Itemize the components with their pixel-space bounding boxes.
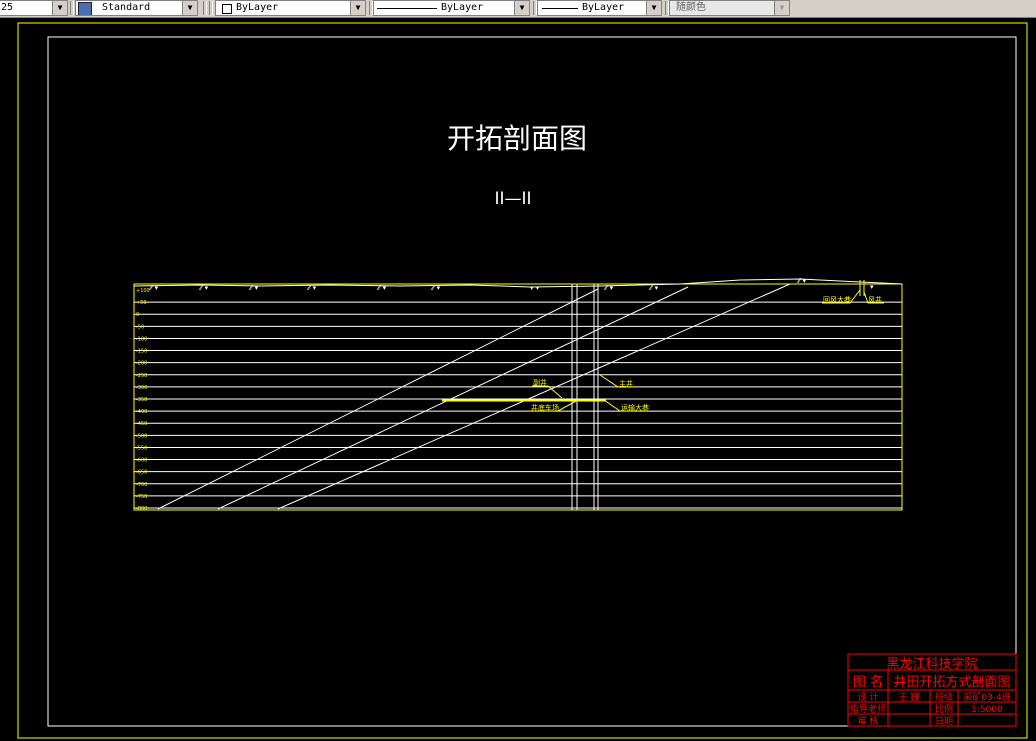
terrain-mark: ⁄⁄ ▾ — [248, 284, 259, 292]
chevron-down-icon[interactable]: ▼ — [646, 1, 661, 15]
designer-name: 王 巍 — [899, 692, 920, 703]
properties-toolbar: 25 ▼ Standard ▼ ByLayer ▼ ByLayer ▼ ByLa… — [0, 0, 1036, 18]
design-label: 设 计 — [858, 691, 879, 703]
terrain-mark: ⁄⁄ ▾ — [148, 284, 159, 292]
terrain-mark: ⁄⁄ ▾ — [430, 284, 441, 292]
terrain-mark: ⁄⁄ ▾ — [603, 284, 614, 292]
chevron-down-icon[interactable]: ▼ — [182, 1, 197, 15]
air-shaft-label: 风井 — [868, 295, 882, 304]
plot-style-dropdown[interactable]: 随颜色 ▼ — [669, 0, 790, 16]
terrain-mark: ⁄⁄ ▾ — [376, 284, 387, 292]
elevation-labels: +100 +50 0 -50 -100 -150 -200 -250 -300 -350 -400 -… — [136, 288, 150, 512]
chevron-down-icon[interactable]: ▼ — [52, 1, 67, 15]
section-label: II—II — [494, 189, 531, 209]
terrain-mark: ⁄⁄ ▾ — [648, 284, 659, 292]
elevation-label: -800 — [136, 506, 147, 512]
haulage-label: 运输大巷 — [621, 403, 649, 412]
elevation-label: -100 — [136, 336, 147, 342]
elevation-label: 0 — [136, 312, 139, 318]
scale-value: 1:5000 — [971, 705, 1003, 715]
elevation-label: +50 — [136, 300, 147, 306]
toolbar-separator — [209, 1, 213, 15]
chevron-down-icon[interactable]: ▼ — [774, 1, 789, 15]
elevation-label: -750 — [136, 494, 147, 500]
elevation-label: -400 — [136, 409, 147, 415]
linetype-dropdown[interactable]: ByLayer ▼ — [373, 0, 530, 16]
terrain-mark: ⁄⁄ ▾ — [198, 284, 209, 292]
elevation-label: -250 — [136, 373, 147, 379]
elevation-label: -350 — [136, 397, 147, 403]
seam-line — [277, 283, 791, 510]
elevation-label: -500 — [136, 433, 147, 439]
plot-style-value: 随颜色 — [676, 2, 706, 13]
dimension-style-dropdown[interactable]: 25 ▼ — [0, 0, 68, 16]
drawing-title: 开拓剖面图 — [447, 122, 587, 155]
terrain-mark: ▾ — [870, 283, 874, 291]
elevation-label: -650 — [136, 470, 147, 476]
elevation-label: -150 — [136, 349, 147, 355]
drawing-canvas[interactable]: 开拓剖面图 II—II +100 +50 0 -50 -100 -150 -200 -250 -… — [0, 17, 1036, 741]
color-dropdown[interactable]: ByLayer ▼ — [215, 0, 366, 16]
coal-seams — [157, 283, 791, 510]
roadways — [442, 399, 606, 402]
text-style-icon — [78, 2, 92, 15]
class-value: 采矿03-4班 — [963, 691, 1010, 703]
date-label: 日期 — [935, 716, 953, 727]
linetype-sample — [377, 8, 437, 9]
color-swatch-icon — [222, 4, 232, 14]
shaft-bottom-label: 井底车场 — [531, 403, 559, 412]
scale-label: 比例 — [935, 703, 953, 715]
chevron-down-icon[interactable]: ▼ — [350, 1, 365, 15]
lineweight-dropdown[interactable]: ByLayer ▼ — [537, 0, 662, 16]
lineweight-sample — [542, 8, 578, 9]
elevation-label: -300 — [136, 385, 147, 391]
lineweight-value: ByLayer — [582, 2, 625, 13]
profile-border — [133, 283, 903, 511]
elevation-label: -200 — [136, 361, 147, 367]
terrain-mark: ⁄⁄ ▾ — [796, 277, 807, 285]
leader-line — [532, 385, 563, 399]
advisor-label: 指导老师 — [850, 703, 886, 715]
elevation-label: -600 — [136, 458, 147, 464]
ventilation-label: 回风大巷 — [823, 295, 851, 304]
drawing-name-label: 图 名 — [853, 674, 883, 690]
text-style-dropdown[interactable]: Standard ▼ — [75, 0, 198, 16]
terrain-mark: ▾ ▾ — [530, 284, 540, 292]
elevation-label: +100 — [136, 288, 150, 294]
terrain-mark: ⁄⁄ ▾ — [306, 284, 317, 292]
linetype-value: ByLayer — [441, 2, 484, 13]
main-shaft-label: 主井 — [619, 379, 633, 388]
section-profile — [133, 283, 903, 511]
drawing-name-value: 井田开拓方式剖面图 — [893, 674, 1010, 690]
class-label: 班级 — [935, 691, 953, 703]
elevation-label: -700 — [136, 482, 147, 488]
toolbar-separator — [70, 1, 74, 15]
elevation-label: -550 — [136, 445, 147, 451]
text-style-value: Standard — [102, 2, 151, 13]
review-label: 审 核 — [858, 715, 879, 727]
school-name: 黑龙江科技学院 — [886, 656, 977, 672]
chevron-down-icon[interactable]: ▼ — [514, 1, 529, 15]
seam-line — [217, 286, 689, 510]
toolbar-separator — [203, 1, 207, 15]
aux-shaft-label: 副井 — [533, 378, 547, 387]
color-value: ByLayer — [236, 2, 279, 13]
elevation-label: -450 — [136, 421, 147, 427]
elevation-label: -50 — [136, 324, 144, 330]
dimension-style-value: 25 — [1, 2, 14, 13]
